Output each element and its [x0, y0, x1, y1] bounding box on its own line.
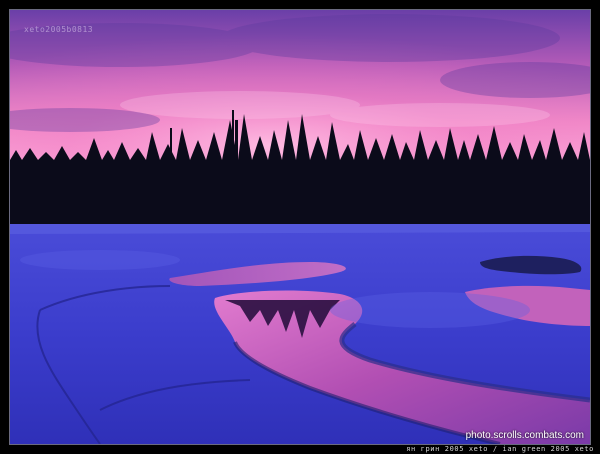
photographer-credit: ян грин 2005 xeto / ian green 2005 xeto: [406, 445, 594, 453]
landscape-illustration: [10, 10, 590, 444]
site-credit: photo.scrolls.combats.com: [465, 430, 584, 441]
landscape-photo: xeto2005b0813 photo.scrolls.combats.com: [9, 9, 591, 445]
watermark-top-left: xeto2005b0813: [24, 25, 94, 34]
photo-frame: xeto2005b0813 photo.scrolls.combats.com …: [0, 0, 600, 454]
